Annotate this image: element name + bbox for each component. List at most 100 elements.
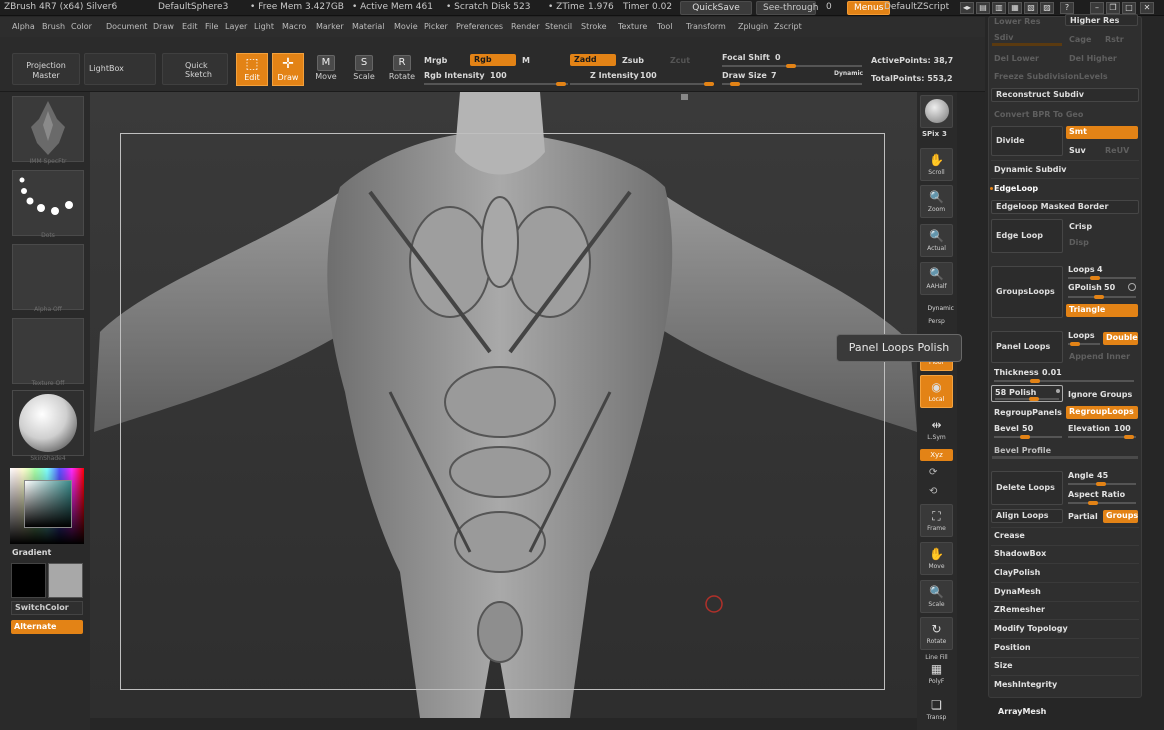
help-icon[interactable]: ? [1060,2,1074,14]
dynamic-subdiv-section[interactable]: Dynamic Subdiv [994,165,1066,174]
menu-file[interactable]: File [205,22,218,31]
elevation-slider[interactable] [1068,435,1136,439]
edgeloop-masked-border-button[interactable]: Edgeloop Masked Border [991,200,1139,214]
layout-icon-6[interactable]: ▨ [1040,2,1054,14]
menu-stencil[interactable]: Stencil [545,22,572,31]
close-icon[interactable]: ✕ [1140,2,1154,14]
menu-tool[interactable]: Tool [657,22,673,31]
panel-loops-slider[interactable] [1068,342,1100,346]
triangle-button[interactable]: Triangle [1066,304,1138,317]
color-saturation-square[interactable] [24,480,72,528]
persp-button[interactable]: Dynamic Persp [920,298,954,331]
loops-slider[interactable] [1068,276,1136,280]
zcut-button[interactable]: Zcut [670,56,690,65]
zoom-button[interactable]: 🔍 Zoom [920,185,953,218]
edgeloop-section[interactable]: EdgeLoop [994,184,1038,193]
angle-slider[interactable] [1068,482,1136,486]
bevel-slider[interactable] [994,435,1062,439]
mrgb-button[interactable]: Mrgb [424,56,447,65]
lower-res-button[interactable]: Lower Res [994,17,1041,26]
menu-material[interactable]: Material [352,22,385,31]
reconstruct-subdiv-button[interactable]: Reconstruct Subdiv [991,88,1139,102]
ignore-groups-button[interactable]: Ignore Groups [1068,390,1132,399]
layout-icon-4[interactable]: ▦ [1008,2,1022,14]
partial-button[interactable]: Partial [1068,512,1098,521]
layout-icon[interactable]: ◂▸ [960,2,974,14]
bpr-button[interactable] [920,95,953,128]
aspect-ratio-slider[interactable]: Aspect Ratio [1068,490,1125,499]
menu-texture[interactable]: Texture [618,22,647,31]
menu-marker[interactable]: Marker [316,22,344,31]
draw-button[interactable]: ✛ Draw [272,53,304,86]
position-section[interactable]: Position [994,643,1031,652]
convert-bpr-button[interactable]: Convert BPR To Geo [994,110,1083,119]
regroup-panels-button[interactable]: RegroupPanels [994,408,1062,417]
rgb-button[interactable]: Rgb [470,54,516,66]
quick-sketch-button[interactable]: Quick Sketch [162,53,228,85]
panel-loops-button[interactable]: Panel Loops [991,331,1063,363]
menu-brush[interactable]: Brush [42,22,65,31]
see-through-slider[interactable]: See-through [756,1,818,15]
freeze-subdiv-button[interactable]: Freeze SubdivisionLevels [994,72,1108,81]
gpolish-slider[interactable] [1068,295,1136,299]
polyf-button[interactable]: Line Fill ▦ PolyF [920,654,953,687]
meshintegrity-section[interactable]: MeshIntegrity [994,680,1057,689]
disp-button[interactable]: Disp [1069,238,1089,247]
stroke-thumbnail[interactable] [12,170,84,236]
gpolish-circle-icon[interactable] [1128,283,1136,291]
regroup-loops-button[interactable]: RegroupLoops [1066,406,1138,419]
actual-button[interactable]: 🔍 Actual [920,224,953,257]
dynamic-button[interactable]: Dynamic [834,70,863,77]
append-inner-button[interactable]: Append Inner [1069,352,1130,361]
menu-render[interactable]: Render [511,22,539,31]
scroll-button[interactable]: ✋ Scroll [920,148,953,181]
alpha-thumbnail[interactable] [12,244,84,310]
rotate-button[interactable]: R Rotate [386,53,418,86]
focal-shift-slider[interactable] [722,64,862,68]
menu-movie[interactable]: Movie [394,22,418,31]
menu-document[interactable]: Document [106,22,147,31]
crisp-button[interactable]: Crisp [1069,222,1092,231]
lsym-button[interactable]: ⇹ L.Sym [920,414,953,447]
arraymesh-section[interactable]: ArrayMesh [998,707,1046,716]
edit-button[interactable]: ⬚ Edit [236,53,268,86]
menu-color[interactable]: Color [71,22,92,31]
texture-thumbnail[interactable] [12,318,84,384]
menu-macro[interactable]: Macro [282,22,306,31]
reuv-button[interactable]: ReUV [1105,146,1129,155]
aspect-ratio-track[interactable] [1068,501,1136,505]
move-view-button[interactable]: ✋ Move [920,542,953,575]
delete-loops-button[interactable]: Delete Loops [991,471,1063,505]
menu-transform[interactable]: Transform [686,22,726,31]
restore-icon[interactable]: ❐ [1106,2,1120,14]
rstr-button[interactable]: Rstr [1105,35,1124,44]
rotate-view-button[interactable]: ↻ Rotate [920,617,953,650]
rotate-z-icon[interactable]: ⟲ [929,486,937,497]
zremesher-section[interactable]: ZRemesher [994,605,1045,614]
menu-layer[interactable]: Layer [225,22,247,31]
crease-section[interactable]: Crease [994,531,1025,540]
local-button[interactable]: ◉ Local [920,375,953,408]
divide-button[interactable]: Divide [991,126,1063,156]
switch-color-button[interactable]: SwitchColor [11,601,83,615]
menu-zplugin[interactable]: Zplugin [738,22,768,31]
menu-edit[interactable]: Edit [182,22,198,31]
del-higher-button[interactable]: Del Higher [1069,54,1117,63]
modify-topology-section[interactable]: Modify Topology [994,624,1068,633]
suv-button[interactable]: Suv [1069,146,1086,155]
layout-icon-3[interactable]: ▥ [992,2,1006,14]
move-button[interactable]: M Move [310,53,342,86]
frame-button[interactable]: ⛶ Frame [920,504,953,537]
xyz-button[interactable]: Xyz [920,449,953,461]
double-button[interactable]: Double [1103,332,1138,345]
z-intensity-slider[interactable] [570,82,714,86]
thickness-slider[interactable] [994,379,1134,383]
dynamesh-section[interactable]: DynaMesh [994,587,1041,596]
bevel-profile-button[interactable]: Bevel Profile [994,446,1051,455]
shadowbox-section[interactable]: ShadowBox [994,549,1046,558]
canvas-handle-icon[interactable] [681,94,688,100]
bevel-profile-curve[interactable] [992,456,1138,459]
menu-zscript[interactable]: Zscript [774,22,802,31]
layout-icon-2[interactable]: ▤ [976,2,990,14]
layout-icon-5[interactable]: ▧ [1024,2,1038,14]
